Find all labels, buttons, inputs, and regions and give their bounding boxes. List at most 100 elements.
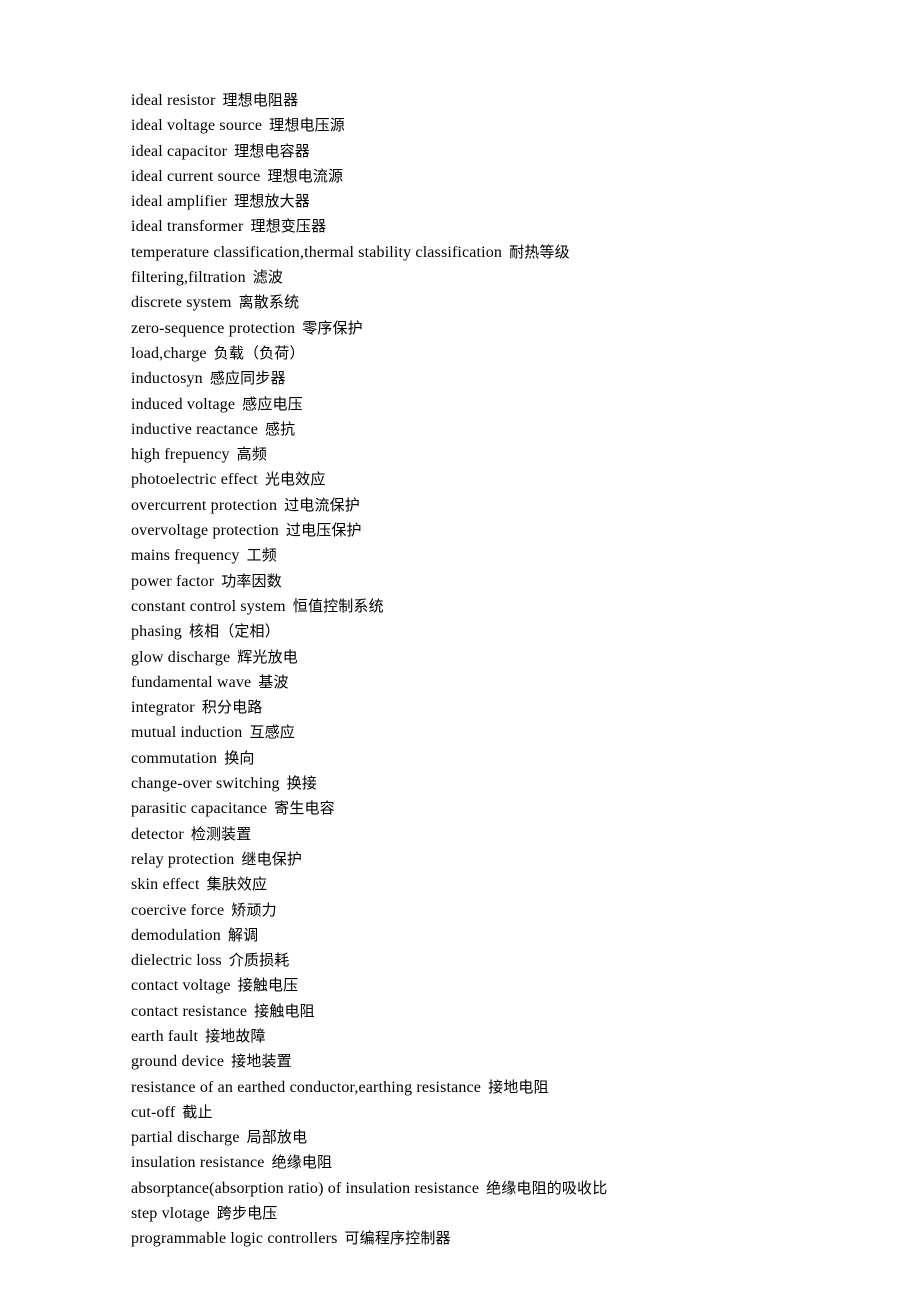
glossary-term: mains frequency [131, 547, 240, 565]
glossary-entry: cut-off 截止 [131, 1100, 831, 1125]
glossary-entry: step vlotage 跨步电压 [131, 1201, 831, 1226]
glossary-term: contact resistance [131, 1002, 248, 1020]
glossary-gloss: 理想电压源 [269, 116, 345, 135]
glossary-entry: insulation resistance 绝缘电阻 [131, 1150, 831, 1175]
glossary-gloss: 核相（定相） [188, 622, 280, 641]
glossary-term: high frepuency [131, 446, 230, 464]
glossary-term: earth fault [131, 1027, 199, 1045]
glossary-entry: demodulation 解调 [131, 923, 831, 948]
glossary-term: inductive reactance [131, 420, 258, 438]
glossary-term: coercive force [131, 901, 225, 919]
glossary-term: photoelectric effect [131, 471, 258, 489]
glossary-term: programmable logic controllers [131, 1230, 338, 1248]
glossary-entry: high frepuency 高频 [131, 442, 831, 467]
glossary-term: zero-sequence protection [131, 319, 296, 337]
glossary-entry: ideal transformer 理想变压器 [131, 214, 831, 239]
glossary-gloss: 绝缘电阻 [271, 1153, 333, 1172]
glossary-gloss: 接触电阻 [254, 1001, 315, 1020]
glossary-entry: skin effect 集肤效应 [131, 872, 831, 897]
glossary-entry: discrete system 离散系统 [131, 290, 831, 315]
glossary-term: ideal resistor [131, 92, 216, 109]
glossary-gloss: 寄生电容 [274, 799, 335, 818]
glossary-entry: relay protection 继电保护 [131, 847, 831, 872]
glossary-term: step vlotage [131, 1205, 210, 1223]
glossary-gloss: 过电流保护 [284, 495, 360, 514]
glossary-entry: zero-sequence protection 零序保护 [131, 316, 831, 341]
glossary-gloss: 理想放大器 [234, 192, 310, 211]
glossary-entry: mains frequency 工频 [131, 543, 831, 568]
glossary-term: ideal amplifier [131, 193, 228, 211]
glossary-gloss: 检测装置 [190, 824, 252, 843]
glossary-gloss: 换接 [286, 774, 317, 793]
glossary-term: discrete system [131, 294, 232, 312]
glossary-gloss: 理想电容器 [234, 141, 310, 160]
glossary-gloss: 换向 [224, 748, 255, 767]
glossary-gloss: 恒值控制系统 [292, 596, 384, 615]
glossary-term: overcurrent protection [131, 496, 278, 514]
glossary-entry: partial discharge 局部放电 [131, 1125, 831, 1150]
glossary-gloss: 负载（负荷） [213, 343, 305, 362]
glossary-term: integrator [131, 699, 195, 717]
glossary-term: contact voltage [131, 977, 231, 995]
document-page: ideal resistor 理想电阻器 ideal voltage source 理… [0, 0, 920, 1302]
glossary-gloss: 高频 [236, 445, 267, 464]
glossary-entry: load,charge 负载（负荷） [131, 341, 831, 366]
glossary-entry: power factor 功率因数 [131, 569, 831, 594]
glossary-term: constant control system [131, 597, 286, 615]
glossary-entry: change-over switching 换接 [131, 771, 831, 796]
glossary-entry: filtering,filtration 滤波 [131, 265, 831, 290]
glossary-term: dielectric loss [131, 952, 222, 970]
glossary-gloss: 截止 [182, 1102, 213, 1121]
glossary-gloss: 基波 [258, 672, 289, 691]
glossary-entry: inductosyn 感应同步器 [131, 366, 831, 391]
glossary-term: temperature classification,thermal stabi… [131, 243, 503, 261]
glossary-term: load,charge [131, 344, 207, 362]
glossary-entry: detector 检测装置 [131, 822, 831, 847]
glossary-entry: ideal capacitor 理想电容器 [131, 139, 831, 164]
glossary-gloss: 零序保护 [302, 318, 363, 337]
glossary-gloss: 积分电路 [201, 698, 263, 717]
glossary-entry: resistance of an earthed conductor,earth… [131, 1075, 831, 1100]
glossary-gloss: 互感应 [249, 723, 295, 742]
glossary-term: ideal current source [131, 167, 261, 185]
glossary-entry: constant control system 恒值控制系统 [131, 594, 831, 619]
glossary-entry: coercive force 矫顽力 [131, 898, 831, 923]
glossary-gloss: 接地故障 [205, 1026, 266, 1045]
glossary-entry: absorptance(absorption ratio) of insulat… [131, 1176, 831, 1201]
glossary-gloss: 过电压保护 [285, 521, 362, 540]
glossary-term: ideal capacitor [131, 142, 228, 160]
glossary-entry: integrator 积分电路 [131, 695, 831, 720]
glossary-gloss: 辉光放电 [237, 647, 298, 666]
glossary-gloss: 绝缘电阻的吸收比 [486, 1178, 608, 1197]
glossary-term: ideal transformer [131, 218, 244, 236]
glossary-entry: ideal resistor 理想电阻器 [131, 88, 831, 113]
glossary-entry: ground device 接地装置 [131, 1049, 831, 1074]
glossary-gloss: 接地电阻 [488, 1077, 549, 1096]
glossary-gloss: 解调 [227, 925, 259, 944]
glossary-gloss: 理想电阻器 [222, 91, 299, 109]
glossary-entry: induced voltage 感应电压 [131, 392, 831, 417]
glossary-term: fundamental wave [131, 673, 252, 691]
glossary-gloss: 介质损耗 [228, 951, 290, 970]
glossary-entry: overcurrent protection 过电流保护 [131, 493, 831, 518]
glossary-gloss: 工频 [246, 546, 277, 565]
glossary-term: inductosyn [131, 370, 203, 388]
glossary-entry: mutual induction 互感应 [131, 720, 831, 745]
glossary-term: cut-off [131, 1103, 176, 1121]
glossary-term: ideal voltage source [131, 117, 263, 135]
glossary-gloss: 集肤效应 [206, 875, 268, 894]
glossary-term: commutation [131, 749, 218, 767]
glossary-entry: glow discharge 辉光放电 [131, 645, 831, 670]
glossary-gloss: 跨步电压 [216, 1204, 278, 1223]
glossary-gloss: 矫顽力 [231, 900, 277, 919]
glossary-gloss: 感应电压 [242, 394, 303, 413]
glossary-entry: commutation 换向 [131, 746, 831, 771]
glossary-entry: ideal voltage source 理想电压源 [131, 113, 831, 138]
glossary-gloss: 滤波 [252, 268, 284, 287]
glossary-term: demodulation [131, 926, 221, 944]
glossary-gloss: 理想电流源 [267, 166, 344, 185]
glossary-term: skin effect [131, 876, 200, 894]
glossary-gloss: 接触电压 [237, 976, 299, 995]
glossary-gloss: 接地装置 [231, 1052, 292, 1071]
glossary-gloss: 离散系统 [238, 293, 300, 312]
